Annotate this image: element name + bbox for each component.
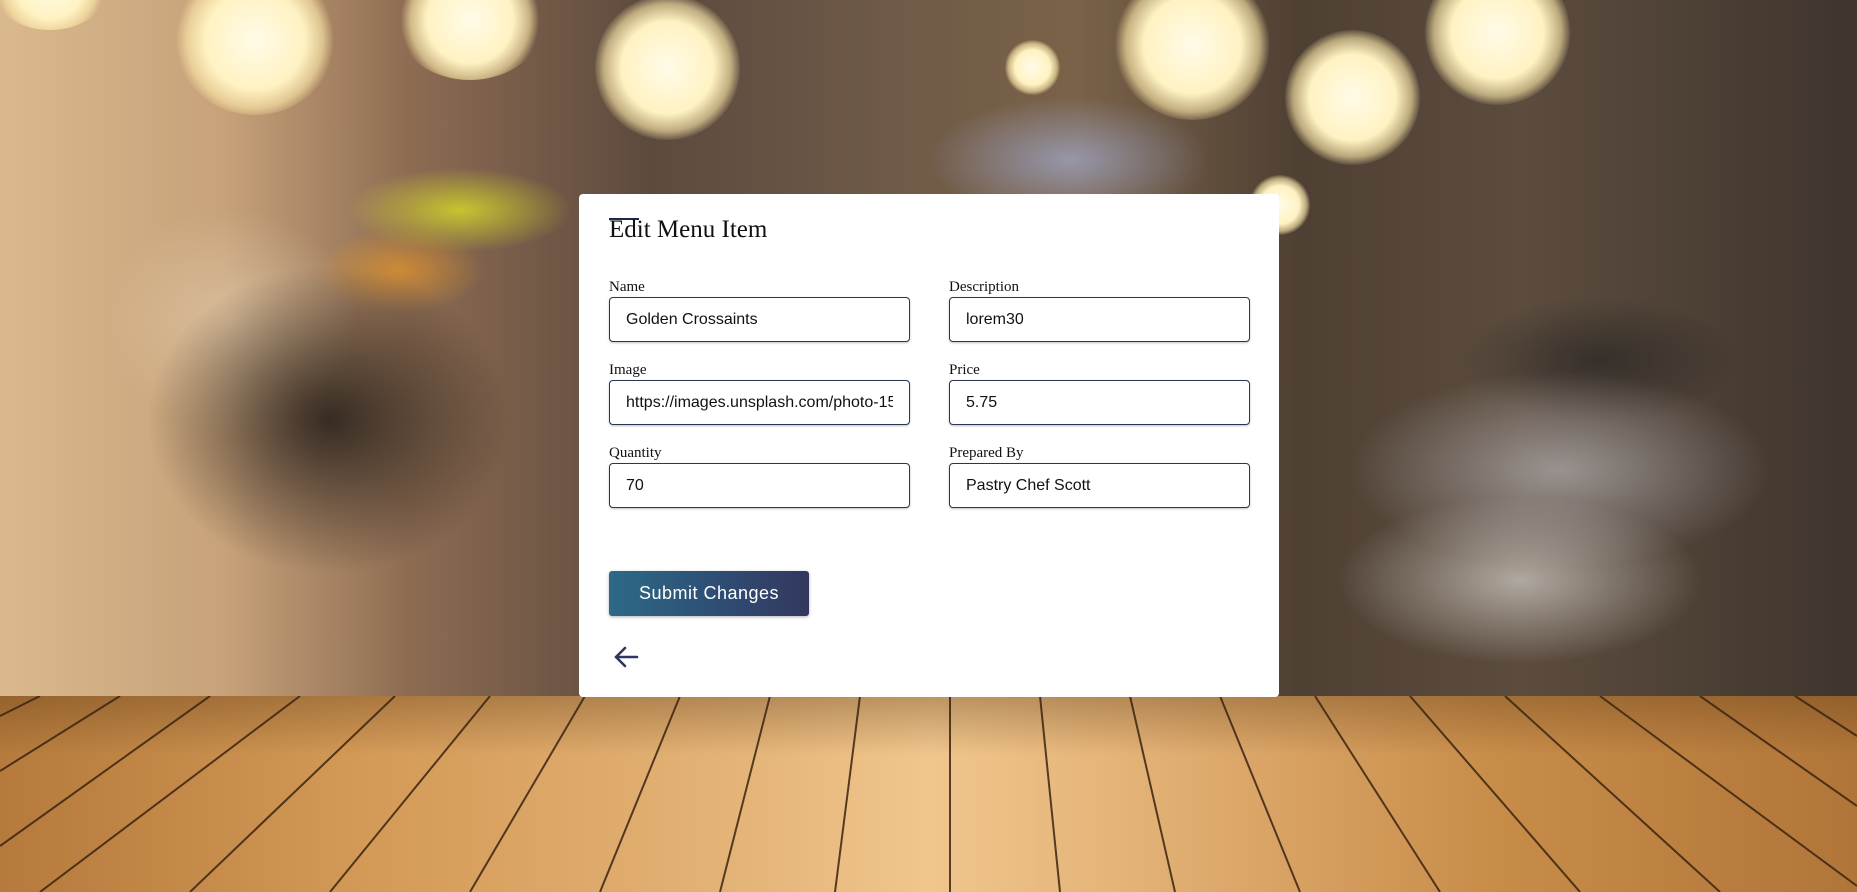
image-url-input[interactable]	[609, 380, 910, 425]
page-title: Edit Menu Item	[609, 216, 768, 243]
price-field-group: Price	[949, 360, 1250, 425]
image-label: Image	[609, 362, 647, 378]
arrow-left-icon	[614, 646, 639, 668]
description-field-group: Description	[949, 277, 1250, 342]
name-field-group: Name	[609, 277, 910, 342]
wood-plank-lines	[0, 696, 1857, 892]
price-label: Price	[949, 362, 980, 378]
edit-menu-item-card: Edit Menu Item Name Description Image Pr…	[579, 194, 1279, 697]
submit-changes-button[interactable]: Submit Changes	[609, 571, 809, 616]
quantity-field-group: Quantity	[609, 443, 910, 508]
quantity-input[interactable]	[609, 463, 910, 508]
name-input[interactable]	[609, 297, 910, 342]
price-input[interactable]	[949, 380, 1250, 425]
bokeh-light	[1285, 30, 1420, 165]
description-input[interactable]	[949, 297, 1250, 342]
name-label: Name	[609, 279, 645, 295]
prepared-by-label: Prepared By	[949, 445, 1024, 461]
description-label: Description	[949, 279, 1019, 295]
quantity-label: Quantity	[609, 445, 662, 461]
bokeh-light	[1005, 40, 1060, 95]
prepared-by-input[interactable]	[949, 463, 1250, 508]
bokeh-light	[595, 0, 740, 140]
back-button[interactable]	[611, 642, 641, 672]
prepared-by-field-group: Prepared By	[949, 443, 1250, 508]
wooden-table-surface	[0, 696, 1857, 892]
image-field-group: Image	[609, 360, 910, 425]
